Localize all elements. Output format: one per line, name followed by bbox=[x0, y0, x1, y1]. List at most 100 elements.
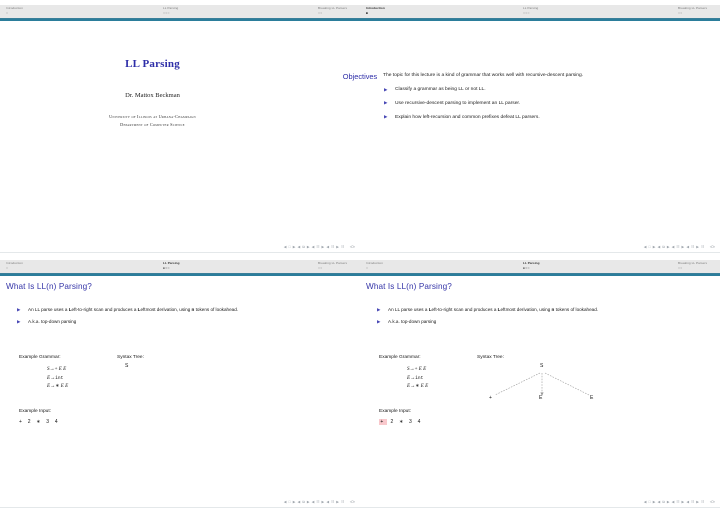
triangle-bullet-icon: ▶ bbox=[377, 318, 381, 324]
beamer-navigation[interactable]: ◀ □ ▶ ◀ ⧉ ▶ ◀ ☷ ▶ ◀ ☷ ▶ ☷ ‹Ο› bbox=[644, 500, 715, 504]
list-item: ▶ Explain how left-recursion and common … bbox=[383, 114, 708, 121]
beamer-navigation[interactable]: ◀ □ ▶ ◀ ⧉ ▶ ◀ ☷ ▶ ◀ ☷ ▶ ☷ ‹Ο› bbox=[284, 245, 355, 249]
footer-rule bbox=[360, 507, 720, 508]
headline-bar: Introduction ■ LL Parsing ○○○ Breaking L… bbox=[360, 5, 720, 19]
headline-section-label: LL Parsing bbox=[523, 261, 540, 265]
headline-section-ll-parsing[interactable]: LL Parsing ○○○ bbox=[523, 6, 538, 15]
triangle-bullet-icon: ▶ bbox=[377, 307, 381, 313]
grammar-rules: S→+ E E E→int E→∗ E E bbox=[407, 365, 474, 391]
headline-section-dots: ○○○ bbox=[523, 10, 530, 15]
nav-glyphs[interactable]: ◀ □ ▶ ◀ ⧉ ▶ ◀ ☷ ▶ ◀ ☷ ▶ ☷ bbox=[644, 245, 705, 249]
tree-node-plus: + bbox=[489, 395, 492, 401]
nav-glyphs[interactable]: ◀ □ ▶ ◀ ⧉ ▶ ◀ ☷ ▶ ◀ ☷ ▶ ☷ bbox=[644, 500, 705, 504]
tree-node-e-right: E bbox=[590, 395, 594, 401]
headline-section-label: Introduction bbox=[6, 261, 23, 265]
input-tokens: + 2 ∗ 3 4 bbox=[379, 419, 423, 425]
headline-section-label: LL Parsing bbox=[163, 261, 180, 265]
nav-quad: ‹Ο› bbox=[349, 500, 355, 504]
slide-body: ▶ An LL parse uses a Left-to-right scan a… bbox=[6, 307, 354, 330]
slide-ll-parsing-b[interactable]: Introduction ○ LL Parsing ●○○ Breaking L… bbox=[360, 255, 720, 510]
rule-rhs: E E bbox=[57, 366, 67, 372]
headline-section-introduction[interactable]: Introduction ○ bbox=[366, 261, 383, 270]
frame-title: What Is LL(n) Parsing? bbox=[366, 282, 452, 291]
rule-rhs: int bbox=[55, 375, 64, 381]
headline-thick-rule bbox=[0, 19, 360, 22]
list-item: ▶ An LL parse uses a Left-to-right scan a… bbox=[6, 307, 354, 314]
headline-bar: Introduction ○ LL Parsing ○○○ Breaking L… bbox=[0, 5, 360, 19]
headline-section-breaking-ll-parsers[interactable]: Breaking LL Parsers ○○ bbox=[678, 261, 707, 270]
headline-section-dots: ●○○ bbox=[163, 265, 170, 270]
triangle-bullet-icon: ▶ bbox=[17, 318, 21, 324]
nav-glyphs[interactable]: ◀ □ ▶ ◀ ⧉ ▶ ◀ ☷ ▶ ◀ ☷ ▶ ☷ bbox=[284, 245, 345, 249]
rule-rhs: E E bbox=[417, 366, 427, 372]
author-name: Dr. Mattox Beckman bbox=[125, 92, 180, 99]
footer-rule bbox=[360, 252, 720, 253]
point-text-part-d: tokens of lookahead. bbox=[194, 307, 239, 312]
headline-section-label: LL Parsing bbox=[523, 6, 539, 10]
grammar-rule: E→∗ E E bbox=[47, 382, 114, 391]
headline-section-dots: ○ bbox=[366, 265, 369, 270]
list-item-label: Explain how left-recursion and common pr… bbox=[395, 114, 540, 120]
nav-glyphs[interactable]: ◀ □ ▶ ◀ ⧉ ▶ ◀ ☷ ▶ ◀ ☷ ▶ ☷ bbox=[284, 500, 345, 504]
input-tokens: + 2 ∗ 3 4 bbox=[19, 419, 60, 425]
tree-root-node: S bbox=[540, 363, 544, 369]
tree-column: Syntax Tree: S bbox=[117, 355, 349, 369]
slide-objectives[interactable]: Introduction ■ LL Parsing ○○○ Breaking L… bbox=[360, 0, 720, 255]
tree-root-node: S bbox=[125, 363, 129, 369]
list-item: ▶ Classify a grammar as being LL or not … bbox=[383, 86, 708, 93]
grammar-label: Example Grammar: bbox=[379, 355, 421, 360]
tree-column: Syntax Tree: S + E E bbox=[477, 355, 709, 401]
list-item: ▶ A.k.a. top-down parsing bbox=[6, 319, 354, 326]
headline-section-label: Breaking LL Parsers bbox=[678, 261, 708, 265]
tree-label: Syntax Tree: bbox=[117, 355, 144, 360]
list-item: ▶ Use recursive-descent parsing to imple… bbox=[383, 100, 708, 107]
headline-section-breaking-ll-parsers[interactable]: Breaking LL Parsers ○○ bbox=[318, 261, 347, 270]
point-text-part-a: An LL parse uses a bbox=[388, 307, 429, 312]
grammar-rule: S→+ E E bbox=[47, 365, 114, 374]
institution: University of Illinois at Urbana-Champai… bbox=[0, 113, 305, 128]
headline-section-ll-parsing[interactable]: LL Parsing ○○○ bbox=[163, 6, 178, 15]
headline-section-ll-parsing[interactable]: LL Parsing ●○○ bbox=[523, 261, 540, 270]
beamer-navigation[interactable]: ◀ □ ▶ ◀ ⧉ ▶ ◀ ☷ ▶ ◀ ☷ ▶ ☷ ‹Ο› bbox=[284, 500, 355, 504]
input-rest: 2 ∗ 3 4 bbox=[390, 419, 423, 425]
headline-section-dots: ○○ bbox=[678, 10, 683, 15]
headline-section-label: LL Parsing bbox=[163, 6, 179, 10]
headline-section-label: Breaking LL Parsers bbox=[678, 6, 708, 10]
grammar-rules: S→+ E E E→int E→∗ E E bbox=[47, 365, 114, 391]
grammar-rule: E→∗ E E bbox=[407, 382, 474, 391]
headline-section-introduction[interactable]: Introduction ■ bbox=[366, 6, 385, 15]
rule-rhs: E E bbox=[59, 383, 69, 390]
slide-title[interactable]: Introduction ○ LL Parsing ○○○ Breaking L… bbox=[0, 0, 360, 255]
grammar-column: Example Grammar: S→+ E E E→int E→∗ E E E… bbox=[379, 355, 474, 425]
beamer-navigation[interactable]: ◀ □ ▶ ◀ ⧉ ▶ ◀ ☷ ▶ ◀ ☷ ▶ ☷ ‹Ο› bbox=[644, 245, 715, 249]
nav-quad: ‹Ο› bbox=[709, 500, 715, 504]
headline-section-label: Breaking LL Parsers bbox=[318, 261, 348, 265]
slide-ll-parsing-a[interactable]: Introduction ○ LL Parsing ●○○ Breaking L… bbox=[0, 255, 360, 510]
syntax-tree-edges bbox=[494, 372, 590, 396]
point-text-part-b: eft-to-right scan and produces a bbox=[71, 307, 138, 312]
institution-line-1: University of Illinois at Urbana-Champai… bbox=[109, 114, 196, 119]
grammar-rule: E→int bbox=[407, 374, 474, 383]
headline-section-breaking-ll-parsers[interactable]: Breaking LL Parsers ○○ bbox=[318, 6, 347, 15]
input-label: Example Input: bbox=[19, 409, 51, 414]
list-item-label: A.k.a. top-down parsing bbox=[28, 318, 77, 324]
triangle-bullet-icon: ▶ bbox=[17, 307, 21, 313]
list-item-label: Use recursive-descent parsing to impleme… bbox=[395, 100, 521, 106]
headline-section-dots: ○○○ bbox=[163, 10, 170, 15]
headline-section-ll-parsing[interactable]: LL Parsing ●○○ bbox=[163, 261, 180, 270]
point-text-part-a: An LL parse uses a bbox=[28, 307, 69, 312]
nav-quad: ‹Ο› bbox=[349, 245, 355, 249]
nav-quad: ‹Ο› bbox=[709, 245, 715, 249]
rule-rhs: E E bbox=[419, 383, 429, 390]
headline-section-dots: ■ bbox=[366, 10, 369, 15]
headline-section-introduction[interactable]: Introduction ○ bbox=[6, 6, 23, 15]
headline-thick-rule bbox=[360, 274, 720, 277]
headline-section-dots: ●○○ bbox=[523, 265, 530, 270]
headline-section-dots: ○ bbox=[6, 10, 9, 15]
headline-bar: Introduction ○ LL Parsing ●○○ Breaking L… bbox=[0, 260, 360, 274]
headline-section-dots: ○ bbox=[6, 265, 9, 270]
headline-section-breaking-ll-parsers[interactable]: Breaking LL Parsers ○○ bbox=[678, 6, 707, 15]
grammar-column: Example Grammar: S→+ E E E→int E→∗ E E E… bbox=[19, 355, 114, 425]
triangle-bullet-icon: ▶ bbox=[384, 113, 388, 119]
headline-section-introduction[interactable]: Introduction ○ bbox=[6, 261, 23, 270]
